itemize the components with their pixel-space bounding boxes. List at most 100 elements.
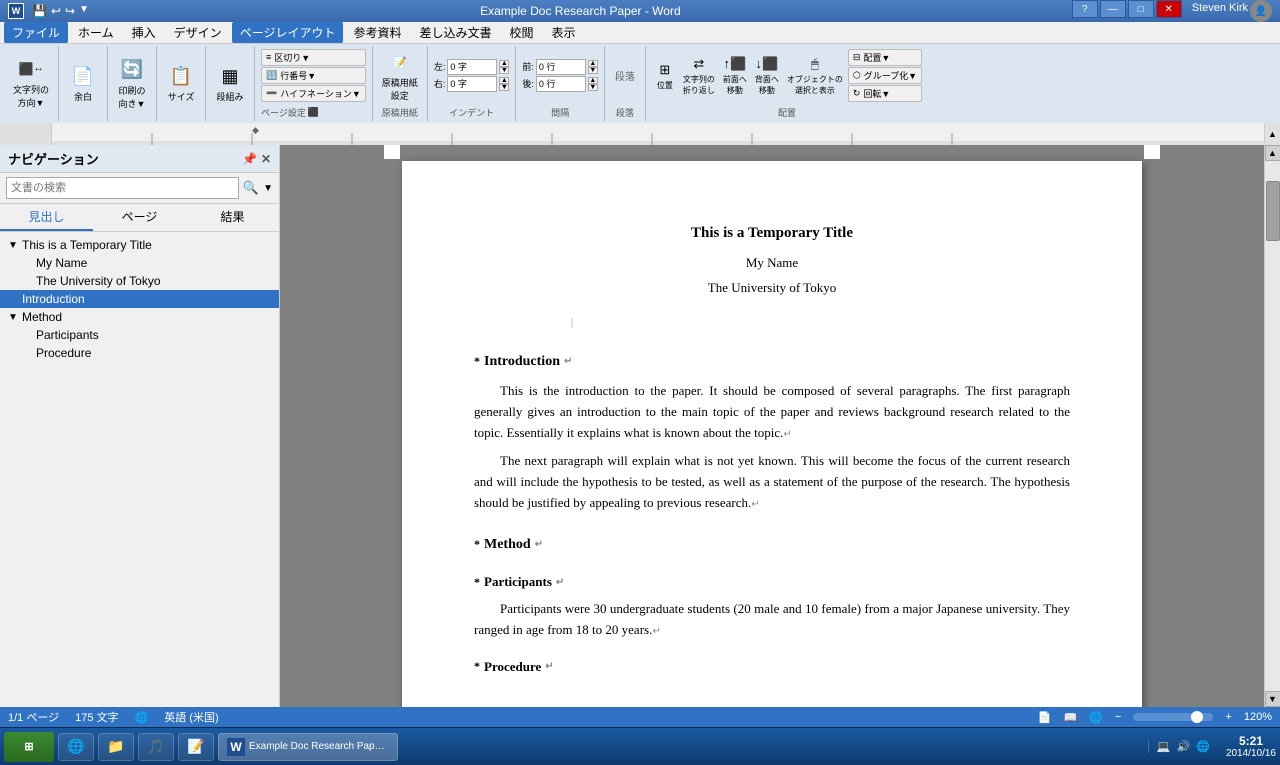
scroll-top-btn[interactable]: ▲ xyxy=(1264,123,1280,145)
nav-item-name[interactable]: My Name xyxy=(0,254,279,272)
nav-pin-icon[interactable]: 📌 xyxy=(242,152,257,166)
indent-right-up[interactable]: ▲ xyxy=(499,77,509,84)
scroll-up-button[interactable]: ▲ xyxy=(1265,145,1280,161)
toggle-icon[interactable]: ▼ xyxy=(8,312,22,323)
read-mode-icon[interactable]: 📖 xyxy=(1064,711,1078,724)
tray-globe-icon[interactable]: 🌐 xyxy=(1196,740,1210,753)
orientation-button[interactable]: 🔄 印刷の向き▼ xyxy=(114,54,150,112)
draft-paper-label: 原稿用紙設定 xyxy=(382,76,418,102)
align-button[interactable]: ⊟配置▼ xyxy=(848,49,922,66)
nav-item-university[interactable]: The University of Tokyo xyxy=(0,272,279,290)
bring-forward-button[interactable]: ↑⬛ 前面へ移動 xyxy=(720,52,750,98)
zoom-level[interactable]: 120% xyxy=(1244,711,1272,723)
search-dropdown-icon[interactable]: ▼ xyxy=(263,183,273,194)
tab-pages[interactable]: ページ xyxy=(93,204,186,231)
tray-volume-icon[interactable]: 🔊 xyxy=(1177,740,1191,753)
document-area[interactable]: This is a Temporary Title My Name The Un… xyxy=(280,145,1264,707)
nav-item-participants[interactable]: Participants xyxy=(0,326,279,344)
text-wrap-button[interactable]: ⇄ 文字列の折り返し xyxy=(680,52,718,98)
indent-right-down[interactable]: ▼ xyxy=(499,84,509,91)
tray-network-icon[interactable]: 💻 xyxy=(1157,740,1171,753)
position-button[interactable]: ⊞ 位置 xyxy=(652,58,678,93)
nav-item-procedure[interactable]: Procedure xyxy=(0,344,279,362)
menu-layout[interactable]: ページレイアウト xyxy=(232,22,344,43)
scroll-thumb[interactable] xyxy=(1266,181,1280,241)
tab-results[interactable]: 結果 xyxy=(186,204,279,231)
status-right: 📄 📖 🌐 − + 120% xyxy=(1038,711,1272,724)
indent-left-up[interactable]: ▲ xyxy=(499,60,509,67)
toggle-icon[interactable]: ▼ xyxy=(8,240,22,251)
tab-headings[interactable]: 見出し xyxy=(0,204,93,231)
customize-icon[interactable]: ▼ xyxy=(79,4,89,18)
menu-mailings[interactable]: 差し込み文書 xyxy=(411,22,499,43)
page-setup-dialog-icon[interactable]: ⬛ xyxy=(308,107,319,118)
group-button[interactable]: ⬡グループ化▼ xyxy=(848,67,922,84)
redo-icon[interactable]: ↪ xyxy=(65,4,75,18)
maximize-button[interactable]: □ xyxy=(1128,0,1154,18)
close-button[interactable]: ✕ xyxy=(1156,0,1182,18)
line-numbers-button[interactable]: 🔢 行番号▼ xyxy=(261,67,366,84)
spacing-before-up[interactable]: ▲ xyxy=(588,60,598,67)
nav-item-introduction[interactable]: Introduction xyxy=(0,290,279,308)
rg-content: 段落 xyxy=(611,46,639,104)
print-layout-icon[interactable]: 📄 xyxy=(1038,711,1052,724)
zoom-thumb[interactable] xyxy=(1191,711,1203,723)
navigation-pane: ナビゲーション 📌 ✕ 🔍 ▼ 見出し ページ 結果 ▼ This is a T… xyxy=(0,145,280,707)
spacing-after-input[interactable] xyxy=(536,76,586,92)
spacing-before-down[interactable]: ▼ xyxy=(588,67,598,74)
indent-left-down[interactable]: ▼ xyxy=(499,67,509,74)
menu-design[interactable]: デザイン xyxy=(166,22,230,43)
zoom-in-icon[interactable]: + xyxy=(1225,711,1231,723)
rotate-button[interactable]: ↻回転▼ xyxy=(848,85,922,102)
document-page[interactable]: This is a Temporary Title My Name The Un… xyxy=(402,161,1142,707)
menu-home[interactable]: ホーム xyxy=(70,22,122,43)
username: Steven Kirk xyxy=(1192,2,1248,14)
send-backward-button[interactable]: ↓⬛ 背面へ移動 xyxy=(752,52,782,98)
draft-paper-button[interactable]: 📝 原稿用紙設定 xyxy=(379,46,421,104)
indent-right-input[interactable] xyxy=(447,76,497,92)
clock[interactable]: 5:21 2014/10/16 xyxy=(1226,734,1276,759)
text-direction-button[interactable]: ⬛↔ 文字列の方向▼ xyxy=(10,53,52,111)
doc-title: This is a Temporary Title xyxy=(474,221,1070,245)
taskbar-word[interactable]: W Example Doc Research Paper - Word xyxy=(218,733,398,761)
spacing-after-down[interactable]: ▼ xyxy=(588,84,598,91)
nav-item-label: My Name xyxy=(36,256,87,270)
scroll-down-button[interactable]: ▼ xyxy=(1265,691,1280,707)
zoom-out-icon[interactable]: − xyxy=(1115,711,1121,723)
taskbar-media[interactable]: 🎵 xyxy=(138,733,174,761)
search-input[interactable] xyxy=(6,177,239,199)
undo-icon[interactable]: ↩ xyxy=(51,4,61,18)
size-button[interactable]: 📋 サイズ xyxy=(163,60,199,105)
columns-button[interactable]: ▦ 段組み xyxy=(212,60,248,105)
hyphenation-button[interactable]: ➖ ハイフネーション▼ xyxy=(261,85,366,102)
spacing-after-up[interactable]: ▲ xyxy=(588,77,598,84)
minimize-button[interactable]: — xyxy=(1100,0,1126,18)
scroll-track[interactable] xyxy=(1265,161,1280,691)
web-layout-icon[interactable]: 🌐 xyxy=(1089,711,1103,724)
doc-heading-participants: * Participants↵ xyxy=(474,572,1070,593)
menu-review[interactable]: 校閲 xyxy=(501,22,541,43)
menu-view[interactable]: 表示 xyxy=(544,22,584,43)
toggle-placeholder xyxy=(22,348,36,359)
indent-left-input[interactable] xyxy=(447,59,497,75)
spacing-after-spin: ▲ ▼ xyxy=(588,77,598,91)
taskbar-ie[interactable]: 🌐 xyxy=(58,733,94,761)
selection-button[interactable]: 🖱 オブジェクトの選択と表示 xyxy=(784,52,846,98)
menu-insert[interactable]: 挿入 xyxy=(124,22,164,43)
help-button[interactable]: ? xyxy=(1072,0,1098,18)
search-icon[interactable]: 🔍 xyxy=(243,180,259,196)
save-icon[interactable]: 💾 xyxy=(32,4,47,18)
spacing-before-input[interactable] xyxy=(536,59,586,75)
taskbar-explorer[interactable]: 📁 xyxy=(98,733,134,761)
taskbar-notepad[interactable]: 📝 xyxy=(178,733,214,761)
notepad-icon: 📝 xyxy=(187,738,205,756)
columns-icon: ▦ xyxy=(215,62,245,90)
start-button[interactable]: ⊞ xyxy=(4,732,54,762)
nav-item-title[interactable]: ▼ This is a Temporary Title xyxy=(0,236,279,254)
nav-close-icon[interactable]: ✕ xyxy=(261,152,271,166)
menu-references[interactable]: 参考資料 xyxy=(345,22,409,43)
menu-file[interactable]: ファイル xyxy=(4,22,68,43)
breaks-button[interactable]: ≡ 区切り▼ xyxy=(261,49,366,66)
nav-item-method[interactable]: ▼ Method xyxy=(0,308,279,326)
margins-button[interactable]: 📄 余白 xyxy=(65,60,101,105)
